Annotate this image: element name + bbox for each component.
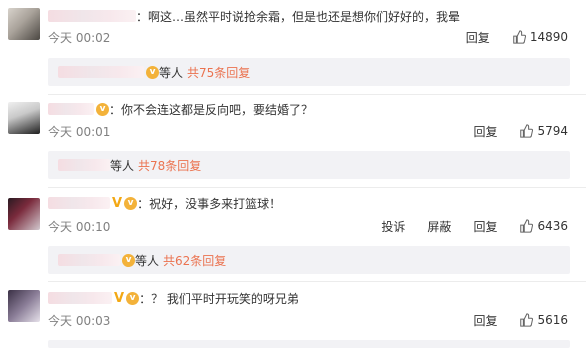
replies-suffix: 等人 [159, 65, 184, 80]
like-button[interactable]: 6436 [519, 219, 568, 233]
vip-badge-icon: v [124, 196, 138, 210]
like-count: 6436 [537, 219, 568, 233]
vip-badge-icon: v [146, 65, 159, 79]
like-button[interactable]: 14890 [512, 30, 568, 44]
replies-summary[interactable]: v 等人 共62条回复 [48, 246, 570, 274]
replies-summary-partial[interactable] [48, 340, 570, 348]
like-count: 5616 [537, 313, 568, 327]
avatar[interactable] [8, 198, 40, 230]
comment-time: 今天 00:10 [48, 219, 111, 234]
username-blurred[interactable] [48, 197, 110, 209]
comment-actions: 投诉 屏蔽 回复 6436 [359, 218, 568, 234]
thumbs-up-icon [513, 30, 526, 44]
like-count: 5794 [537, 124, 568, 138]
divider [48, 94, 586, 95]
comment-text: ：祝好，没事多来打篮球！ [137, 196, 282, 211]
verified-v-icon: V [114, 290, 125, 306]
comment-time: 今天 00:03 [48, 313, 111, 328]
vip-badge-icon: v [126, 291, 140, 305]
replies-suffix: 等人 [110, 158, 135, 173]
comment-meta: 今天 00:03 [48, 312, 110, 328]
divider [48, 281, 586, 282]
replies-summary[interactable]: 等人 共78条回复 [48, 151, 570, 179]
comment-actions: 回复 5616 [451, 312, 568, 328]
comment-text: ：啊这…虽然平时说抢余霜，但是也还是想你们好好的，我晕 [136, 9, 461, 24]
thumbs-up-icon [520, 313, 534, 327]
comment-line: ：啊这…虽然平时说抢余霜，但是也还是想你们好好的，我晕 [48, 7, 460, 25]
comment-line: V v ：？ 我们平时开玩笑的呀兄弟 [48, 289, 299, 307]
replier-names-blurred [58, 254, 120, 266]
replier-names-blurred [58, 159, 110, 171]
comment-time: 今天 00:02 [48, 30, 111, 45]
more-replies-link[interactable]: 共78条回复 [138, 157, 201, 174]
avatar[interactable] [8, 102, 40, 134]
block-button[interactable]: 屏蔽 [427, 218, 451, 235]
replies-summary[interactable]: v 等人 共75条回复 [48, 58, 570, 86]
thumbs-up-icon [520, 124, 534, 138]
vip-badge-icon: v [96, 102, 109, 116]
username-blurred[interactable] [48, 292, 112, 304]
report-button[interactable]: 投诉 [381, 218, 405, 235]
comment-line: v ：你不会连这都是反向吧，要结婚了？ [48, 100, 313, 118]
comment-time: 今天 00:01 [48, 124, 111, 139]
replier-names-blurred [58, 66, 144, 78]
thumbs-up-icon [520, 219, 534, 233]
like-count: 14890 [529, 30, 568, 44]
like-button[interactable]: 5794 [519, 124, 568, 138]
avatar[interactable] [8, 8, 40, 40]
reply-button[interactable]: 回复 [473, 123, 497, 140]
more-replies-link[interactable]: 共62条回复 [163, 252, 226, 269]
comment-text: ：你不会连这都是反向吧，要结婚了？ [109, 102, 314, 117]
like-button[interactable]: 5616 [519, 313, 568, 327]
comment-meta: 今天 00:10 [48, 218, 110, 234]
comment-actions: 回复 5794 [451, 123, 568, 139]
comment-actions: 回复 14890 [444, 29, 568, 45]
replies-suffix: 等人 [135, 253, 160, 268]
comment-line: V v ：祝好，没事多来打篮球！ [48, 194, 281, 212]
more-replies-link[interactable]: 共75条回复 [187, 64, 250, 81]
reply-button[interactable]: 回复 [466, 29, 490, 46]
comment-meta: 今天 00:02 [48, 29, 110, 45]
comment-text: ：？ 我们平时开玩笑的呀兄弟 [139, 291, 299, 306]
verified-v-icon: V [112, 195, 123, 211]
comment-meta: 今天 00:01 [48, 123, 110, 139]
username-blurred[interactable] [48, 10, 136, 22]
divider [48, 187, 586, 188]
avatar[interactable] [8, 290, 40, 322]
username-blurred[interactable] [48, 103, 94, 115]
reply-button[interactable]: 回复 [473, 312, 497, 329]
vip-badge-icon: v [122, 253, 135, 267]
reply-button[interactable]: 回复 [473, 218, 497, 235]
